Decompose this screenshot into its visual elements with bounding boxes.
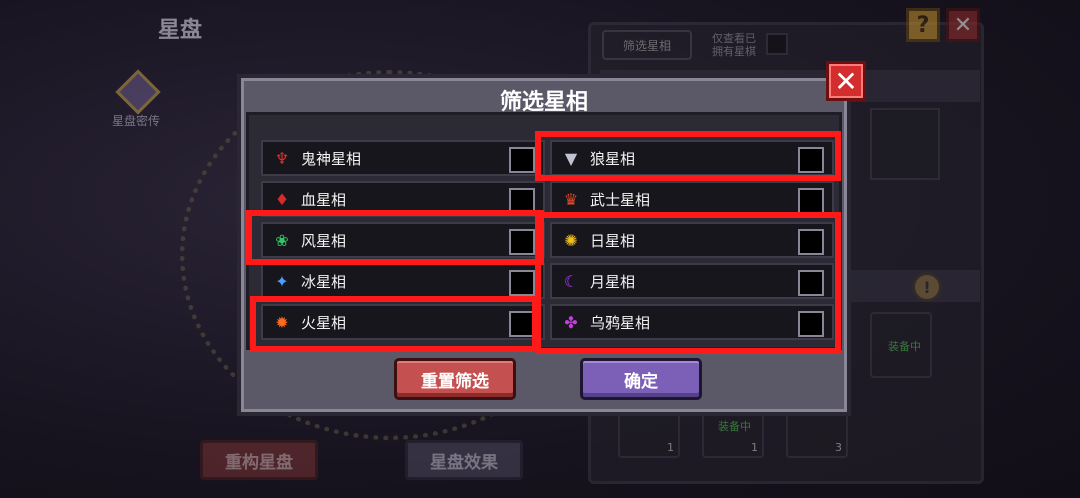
legend-label: 星盘密传 [112,114,161,128]
close-icon[interactable]: ✕ [946,8,980,42]
highlight-box [246,210,544,265]
rebuild-button[interactable]: 重构星盘 [200,440,318,480]
filter-checkbox[interactable] [509,147,535,173]
filter-checkbox[interactable] [798,188,824,214]
filter-label: 鬼神星相 [301,149,362,168]
equipped-tag: 装备中 [888,340,921,353]
slot-count: 1 [667,441,674,454]
filter-label: 血星相 [301,190,347,209]
filter-checkbox[interactable] [509,270,535,296]
highlight-box [535,212,841,354]
avatar-slot[interactable] [870,108,940,180]
highlight-box [535,131,841,181]
slot-count: 1 [751,441,758,454]
screen-title: 星盘 [158,18,203,43]
filter-label: 武士星相 [590,190,651,209]
effect-button[interactable]: 星盘效果 [405,440,523,480]
modal-close-button[interactable]: ✕ [826,61,866,101]
filter-row-ghost[interactable]: ♆ 鬼神星相 [261,140,545,176]
highlight-box [250,296,538,352]
demon-icon: ♆ [274,148,290,168]
reset-filter-button[interactable]: 重置筛选 [394,358,516,400]
confirm-button[interactable]: 确定 [580,358,702,400]
equipped-tag: 装备中 [718,420,751,433]
item-slot[interactable]: 装备中 [870,312,932,378]
question-icon[interactable]: ? [906,8,940,42]
owned-toggle-checkbox[interactable] [766,33,788,55]
filter-row-ice[interactable]: ✦ 冰星相 [261,263,545,299]
filter-label: 冰星相 [301,272,347,291]
owned-toggle-label: 仅查看已拥有星棋 [712,32,756,58]
samurai-icon: ♛ [563,189,579,209]
ice-crystal-icon: ✦ [275,271,289,291]
filter-tab[interactable]: 筛选星相 [602,30,692,60]
slot-count: 3 [835,441,842,454]
blood-drop-icon: ♦ [274,189,290,209]
